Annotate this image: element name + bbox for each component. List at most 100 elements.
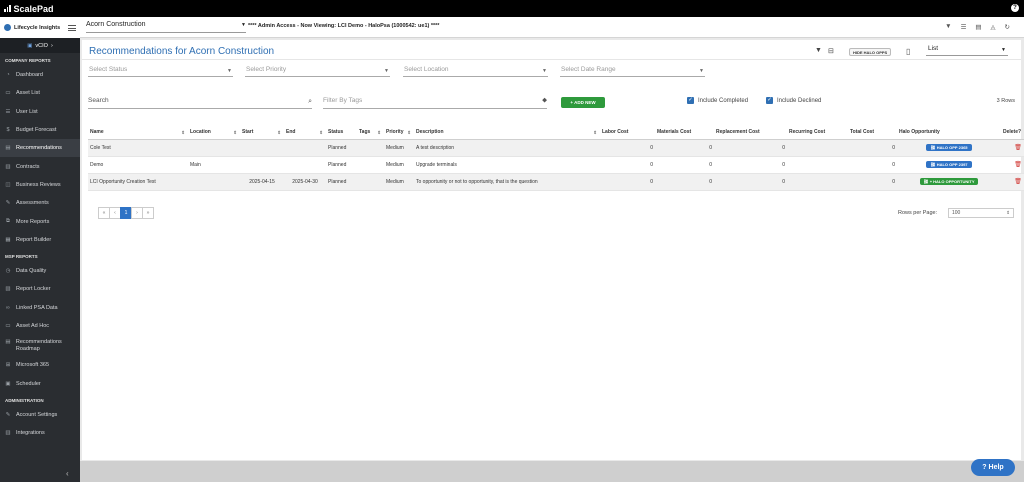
row-name-link[interactable]: LCI Opportunity Creation Test	[88, 173, 188, 191]
table-row: Cole Test Planned Medium A test descript…	[88, 139, 1024, 157]
search-placeholder: Search	[88, 97, 109, 104]
integrations-icon: ▥	[5, 430, 11, 437]
date-range-filter-select[interactable]: Select Date Range ▼	[560, 66, 705, 77]
list-view-icon[interactable]: ☰	[961, 23, 967, 31]
column-header-materials-cost[interactable]: Materials Cost	[655, 126, 714, 140]
sidebar-item-report-builder[interactable]: ▦ Report Builder	[0, 231, 80, 249]
trash-icon[interactable]: 🗑	[1014, 179, 1022, 185]
row-name-link[interactable]: Demo	[88, 156, 188, 174]
include-declined-checkbox[interactable]: ✓ Include Declined	[766, 97, 821, 104]
bell-icon[interactable]: ◬	[991, 23, 996, 31]
sidebar-item-scheduler[interactable]: ▣ Scheduler	[0, 374, 80, 392]
row-halo-cell: ⛓ + HALO OPPORTUNITY	[897, 173, 1001, 191]
filter-icon[interactable]: ▼	[815, 47, 822, 54]
sidebar-item-label: Integrations	[16, 430, 45, 437]
main-content: Recommendations for Acorn Construction ▼…	[82, 40, 1024, 460]
sidebar-item-dashboard[interactable]: ◔ Dashboard	[0, 66, 80, 84]
column-header-start[interactable]: Start ⇕	[240, 126, 284, 140]
last-page-button[interactable]: »	[142, 207, 154, 219]
include-completed-checkbox[interactable]: ✓ Include Completed	[687, 97, 748, 104]
halo-opp-button[interactable]: ⛓ HALO OPP 2397	[926, 161, 972, 168]
column-header-labor-cost[interactable]: Labor Cost	[600, 126, 655, 140]
caret-down-icon[interactable]: ▼	[945, 23, 951, 31]
column-header-description[interactable]: Description ⇕	[414, 126, 600, 140]
column-header-replacement-cost[interactable]: Replacement Cost	[714, 126, 787, 140]
row-tags	[357, 139, 384, 157]
sidebar-item-data-quality[interactable]: ◷ Data Quality	[0, 262, 80, 280]
document-icon[interactable]: ▯	[906, 47, 910, 56]
sidebar-item-asset-list[interactable]: ▭ Asset List	[0, 84, 80, 102]
row-halo-cell: ⛓ HALO OPP 2397	[897, 156, 1001, 174]
row-delete-cell: 🗑	[1001, 173, 1024, 191]
column-header-total-cost[interactable]: Total Cost	[848, 126, 897, 140]
help-question-icon[interactable]: ?	[1011, 4, 1019, 12]
sidebar-item-integrations[interactable]: ▥ Integrations	[0, 424, 80, 442]
location-filter-select[interactable]: Select Location ▼	[403, 66, 548, 77]
recommendations-icon: ▤	[5, 145, 11, 152]
row-labor-cost: 0	[600, 156, 655, 174]
sidebar-item-assessments[interactable]: ✎ Assessments	[0, 194, 80, 212]
dollar-icon: $	[6, 127, 10, 134]
export-icon[interactable]: ⊟	[828, 47, 834, 55]
row-name-link[interactable]: Cole Test	[88, 139, 188, 157]
view-select[interactable]: List ▼	[926, 45, 1008, 56]
client-select[interactable]: Acorn Construction ▼	[86, 21, 246, 33]
row-location	[188, 139, 240, 157]
sidebar-item-business-reviews[interactable]: ◫ Business Reviews	[0, 176, 80, 194]
column-header-priority[interactable]: Priority ⇕	[384, 126, 414, 140]
sidebar-item-budget-forecast[interactable]: $ Budget Forecast	[0, 121, 80, 139]
halo-opp-button[interactable]: ⛓ HALO OPP 2365	[926, 144, 972, 151]
column-header-recurring-cost[interactable]: Recurring Cost	[787, 126, 848, 140]
sidebar-item-label: Scheduler	[16, 380, 41, 387]
collapse-sidebar-icon[interactable]: ‹	[66, 469, 69, 478]
row-total-cost: 0	[848, 156, 897, 174]
hamburger-menu-icon[interactable]	[68, 25, 76, 33]
status-filter-select[interactable]: Select Status ▼	[88, 66, 233, 77]
help-button[interactable]: ? Help	[971, 459, 1015, 476]
trash-icon[interactable]: 🗑	[1014, 162, 1022, 168]
scalepad-logo[interactable]: ScalePad	[4, 4, 54, 14]
vcio-switcher[interactable]: ▣ vCIO ›	[0, 38, 80, 53]
row-description: To opportunity or not to opportunity, th…	[414, 173, 600, 191]
add-new-label: ADD NEW	[574, 100, 596, 105]
include-declined-label: Include Declined	[777, 97, 822, 104]
sidebar-item-linked-psa-data[interactable]: ∞ Linked PSA Data	[0, 299, 80, 317]
search-input[interactable]: Search ⌕	[88, 97, 312, 109]
sidebar-item-asset-ad-hoc[interactable]: ▭ Asset Ad Hoc	[0, 317, 80, 335]
sidebar-item-contracts[interactable]: ▥ Contracts	[0, 157, 80, 175]
sidebar-item-label: User List	[16, 108, 38, 115]
column-header-tags[interactable]: Tags ⇕	[357, 126, 384, 140]
sidebar-item-recommendations[interactable]: ▤ Recommendations	[0, 139, 80, 158]
column-header-location[interactable]: Location ⇕	[188, 126, 240, 140]
tasks-icon[interactable]: ▤	[975, 23, 981, 31]
rows-per-page-value: 100	[952, 210, 961, 216]
table-row: Demo Main Planned Medium Upgrade termina…	[88, 156, 1024, 174]
row-description: Upgrade terminals	[414, 156, 600, 174]
sidebar-item-microsoft-365[interactable]: ⊞ Microsoft 365	[0, 356, 80, 374]
row-replacement-cost: 0	[714, 139, 787, 157]
tags-filter-input[interactable]: Filter By Tags ⬥	[323, 97, 547, 109]
hide-halo-opps-button[interactable]: HIDE HALO OPPS	[849, 48, 892, 56]
create-halo-opportunity-button[interactable]: ⛓ + HALO OPPORTUNITY	[919, 178, 979, 185]
column-header-name[interactable]: Name ⇕	[88, 126, 188, 140]
sidebar-item-label: Report Locker	[16, 286, 51, 293]
sidebar-item-report-locker[interactable]: ▧ Report Locker	[0, 280, 80, 298]
column-header-end[interactable]: End ⇕	[284, 126, 326, 140]
microsoft-icon: ⊞	[5, 362, 11, 369]
scalepad-brand: ScalePad	[13, 3, 54, 14]
sidebar-item-recommendations-roadmap[interactable]: ▤ Recommendations Roadmap	[0, 335, 80, 356]
column-header-halo-opportunity: Halo Opportunity	[897, 126, 1001, 140]
column-header-status[interactable]: Status	[326, 126, 357, 140]
add-new-button[interactable]: + ADD NEW	[561, 97, 605, 108]
priority-filter-select[interactable]: Select Priority ▼	[245, 66, 390, 77]
sidebar-item-more-reports[interactable]: ⧉ More Reports	[0, 212, 80, 230]
report-locker-icon: ▧	[5, 286, 11, 293]
sidebar-item-label: Recommendations Roadmap	[15, 339, 62, 353]
rows-per-page-select[interactable]: 100 ⇕	[948, 208, 1014, 218]
sidebar-item-user-list[interactable]: ☰ User List	[0, 103, 80, 121]
sidebar-item-label: Business Reviews	[16, 181, 61, 188]
row-end	[284, 139, 326, 157]
sidebar-item-account-settings[interactable]: ✎ Account Settings	[0, 406, 80, 424]
refresh-icon[interactable]: ↻	[1005, 23, 1010, 31]
trash-icon[interactable]: 🗑	[1014, 145, 1022, 151]
